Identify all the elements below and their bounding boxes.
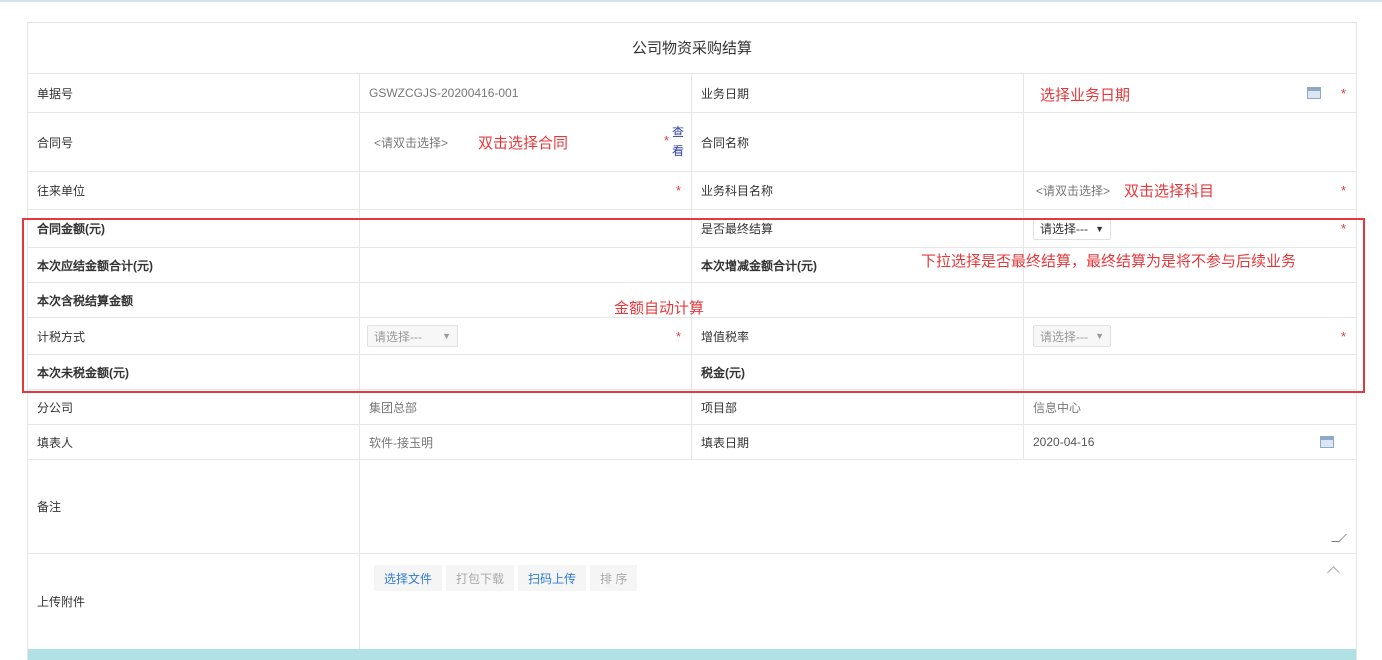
project-value: 信息中心	[1033, 400, 1082, 415]
calendar-icon[interactable]	[1307, 87, 1321, 99]
subject-hint: 双击选择科目	[1124, 183, 1215, 200]
contract-no-input[interactable]: <请双击选择> 双击选择合同 * 查看	[360, 113, 692, 171]
form-title: 公司物资采购结算	[28, 23, 1356, 74]
contract-no-label: 合同号	[37, 135, 74, 150]
bill-no-label: 单据号	[37, 86, 74, 101]
row-remark: 备注	[28, 460, 1356, 554]
scan-upload-button[interactable]: 扫码上传	[518, 565, 587, 591]
view-contract-link[interactable]: 查看	[672, 123, 686, 161]
filler-value: 软件-接玉明	[369, 435, 433, 450]
partner-label: 往来单位	[37, 184, 86, 198]
filler-label: 填表人	[37, 435, 74, 450]
row-branch: 分公司 集团总部 项目部 信息中心	[28, 390, 1356, 425]
bottom-toolbar	[28, 649, 1356, 660]
remark-label: 备注	[37, 500, 62, 514]
required-mark: *	[1340, 85, 1346, 101]
contract-name-value	[1024, 113, 1356, 171]
row-filler: 填表人 软件-接玉明 填表日期 2020-04-16	[28, 425, 1356, 460]
subject-placeholder: <请双击选择>	[1036, 184, 1111, 198]
top-border	[0, 0, 1382, 2]
contract-no-placeholder: <请双击选择>	[374, 135, 449, 150]
auto-calc-hint: 金额自动计算	[614, 300, 705, 317]
fill-date-value: 2020-04-16	[1033, 435, 1095, 449]
branch-value: 集团总部	[369, 400, 418, 415]
partner-input[interactable]: *	[360, 172, 692, 209]
pack-download-button[interactable]: 打包下载	[446, 565, 515, 591]
final-settle-hint: 下拉选择是否最终结算，最终结算为是将不参与后续业务	[921, 253, 1297, 270]
fill-date-input[interactable]: 2020-04-16	[1024, 425, 1356, 459]
subject-input[interactable]: <请双击选择> 双击选择科目 *	[1024, 172, 1356, 209]
row-bill-no: 单据号 GSWZCGJS-20200416-001 业务日期 选择业务日期 *	[28, 74, 1356, 113]
biz-date-input[interactable]: 选择业务日期 *	[1024, 74, 1356, 112]
calendar-icon[interactable]	[1320, 436, 1334, 448]
project-label: 项目部	[701, 400, 738, 415]
biz-date-label: 业务日期	[701, 86, 750, 101]
required-mark: *	[675, 183, 681, 198]
chevron-up-icon[interactable]	[1327, 566, 1340, 579]
biz-date-hint: 选择业务日期	[1040, 87, 1131, 104]
resize-handle-icon[interactable]	[1331, 534, 1347, 542]
row-contract: 合同号 <请双击选择> 双击选择合同 * 查看 合同名称	[28, 113, 1356, 172]
bill-no-value: GSWZCGJS-20200416-001	[369, 86, 519, 100]
remark-textarea[interactable]	[360, 460, 1356, 553]
contract-name-label: 合同名称	[701, 135, 750, 150]
required-mark: *	[1340, 183, 1346, 198]
fill-date-label: 填表日期	[701, 435, 750, 450]
attach-label: 上传附件	[37, 595, 86, 609]
required-mark: *	[663, 133, 669, 148]
row-partner: 往来单位 * 业务科目名称 <请双击选择> 双击选择科目 *	[28, 172, 1356, 210]
sort-button[interactable]: 排 序	[590, 565, 638, 591]
select-file-button[interactable]: 选择文件	[374, 565, 443, 591]
contract-no-hint: 双击选择合同	[478, 134, 569, 152]
subject-label: 业务科目名称	[701, 184, 774, 198]
branch-label: 分公司	[37, 400, 74, 415]
row-attach: 上传附件 选择文件 打包下载 扫码上传 排 序	[28, 554, 1356, 649]
